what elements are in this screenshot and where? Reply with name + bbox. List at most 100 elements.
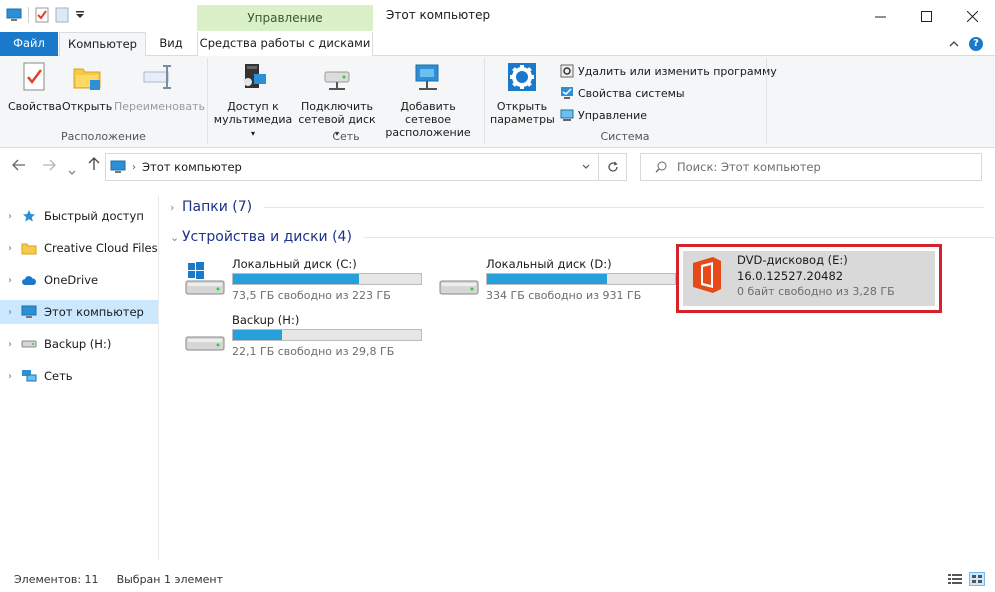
add-network-location-button[interactable]: Добавить сетевое расположение: [378, 60, 478, 139]
star-icon: [20, 208, 38, 224]
dvd-name: DVD-дисковод (E:): [737, 253, 848, 267]
collapse-ribbon-icon[interactable]: [949, 40, 959, 48]
map-network-drive-button[interactable]: Подключить сетевой диск ▾: [298, 60, 376, 140]
manage-button[interactable]: Управление: [560, 106, 647, 124]
new-folder-icon[interactable]: [55, 7, 69, 23]
section-divider: [264, 206, 985, 208]
expand-chevron-icon[interactable]: ›: [0, 211, 20, 222]
computer-icon: [110, 160, 126, 173]
qat-dropdown-icon[interactable]: [75, 10, 85, 20]
maximize-button[interactable]: [903, 0, 949, 32]
properties-check-icon[interactable]: [35, 7, 49, 23]
rename-button[interactable]: Переименовать: [114, 60, 206, 113]
details-view-icon[interactable]: [947, 572, 963, 586]
drive-free-space: 334 ГБ свободно из 931 ГБ: [486, 289, 642, 302]
forward-button[interactable]: [42, 156, 56, 175]
refresh-button[interactable]: [599, 153, 627, 181]
minimize-button[interactable]: [857, 0, 903, 32]
folders-header-label: Папки (7): [182, 199, 253, 215]
nav-item-creative-cloud[interactable]: › Creative Cloud Files: [0, 236, 158, 260]
open-settings-label-1: Открыть: [496, 100, 548, 113]
media-access-button[interactable]: Доступ к мультимедиа ▾: [212, 60, 294, 140]
drive-tile-c[interactable]: Локальный диск (C:) 73,5 ГБ свободно из …: [174, 251, 424, 307]
properties-button[interactable]: Свойства: [8, 60, 62, 113]
map-drive-label-1: Подключить: [300, 100, 374, 113]
properties-label: Свойства: [8, 100, 62, 113]
back-button[interactable]: [12, 156, 26, 175]
cloud-icon: [20, 272, 38, 288]
status-bar: Элементов: 11 Выбран 1 элемент: [14, 573, 223, 586]
dvd-free-space: 0 байт свободно из 3,28 ГБ: [737, 285, 895, 298]
expand-chevron-icon[interactable]: ›: [0, 339, 20, 350]
nav-item-backup[interactable]: › Backup (H:): [0, 332, 158, 356]
tiles-view-icon[interactable]: [969, 572, 985, 586]
up-button[interactable]: [88, 156, 100, 175]
nav-item-quick-access[interactable]: › Быстрый доступ: [0, 204, 158, 228]
drive-name: Локальный диск (D:): [486, 257, 612, 271]
dvd-version: 16.0.12527.20482: [737, 269, 844, 283]
tab-drive-tools[interactable]: Средства работы с дисками: [197, 32, 373, 56]
tab-file[interactable]: Файл: [0, 32, 58, 56]
network-drive-icon: [324, 71, 350, 90]
nav-item-this-pc[interactable]: › Этот компьютер: [0, 300, 158, 324]
nav-item-onedrive[interactable]: › OneDrive: [0, 268, 158, 292]
folder-open-icon: [73, 68, 101, 90]
expand-chevron-icon[interactable]: ›: [170, 201, 182, 214]
computer-icon: [20, 304, 38, 320]
breadcrumb-this-pc[interactable]: Этот компьютер: [142, 160, 242, 174]
search-box[interactable]: Поиск: Этот компьютер: [640, 153, 982, 181]
drive-tile-d[interactable]: Локальный диск (D:) 334 ГБ свободно из 9…: [428, 251, 678, 307]
network-location-icon: [415, 64, 439, 90]
chevron-down-icon: [582, 164, 589, 169]
recent-locations-button[interactable]: [68, 161, 76, 180]
expand-chevron-icon[interactable]: ›: [0, 243, 20, 254]
close-button[interactable]: [949, 0, 995, 32]
quick-access-toolbar: [6, 7, 85, 23]
item-count: Элементов: 11: [14, 573, 99, 586]
network-icon: [20, 368, 38, 384]
folder-icon: [20, 240, 38, 256]
tab-computer[interactable]: Компьютер: [59, 32, 146, 57]
uninstall-program-button[interactable]: Удалить или изменить программу: [560, 62, 777, 80]
drive-name: Локальный диск (C:): [232, 257, 357, 271]
system-properties-button[interactable]: Свойства системы: [560, 84, 685, 102]
drive-name: Backup (H:): [232, 313, 300, 327]
drive-usage-fill: [233, 274, 359, 284]
breadcrumb-separator-icon[interactable]: ›: [132, 162, 136, 173]
arrow-right-icon: [43, 159, 56, 171]
manage-icon: [560, 109, 574, 121]
address-dropdown-button[interactable]: [572, 153, 599, 181]
group-label-location: Расположение: [61, 130, 146, 143]
open-button[interactable]: Открыть: [62, 60, 112, 113]
tab-view[interactable]: Вид: [152, 32, 190, 56]
selection-count: Выбран 1 элемент: [116, 573, 223, 586]
drive-tile-h[interactable]: Backup (H:) 22,1 ГБ свободно из 29,8 ГБ: [174, 307, 424, 363]
contextual-tab-group: Управление: [197, 5, 373, 31]
group-separator: [766, 58, 767, 144]
expand-chevron-icon[interactable]: ›: [0, 307, 20, 318]
drive-tile-dvd-e[interactable]: DVD-дисковод (E:) 16.0.12527.20482 0 бай…: [676, 244, 942, 313]
section-divider: [363, 236, 994, 238]
folders-group-header[interactable]: › Папки (7): [170, 199, 985, 215]
nav-item-network[interactable]: › Сеть: [0, 364, 158, 388]
qat-separator: [28, 7, 29, 23]
address-bar[interactable]: › Этот компьютер: [105, 153, 599, 181]
add-location-label-1: Добавить сетевое: [400, 100, 456, 126]
manage-label: Управление: [578, 108, 648, 122]
collapse-chevron-icon[interactable]: ⌄: [170, 231, 182, 244]
ribbon-panel: Свойства Открыть Переименовать Расположе…: [0, 56, 995, 148]
nav-item-label: Сеть: [44, 369, 73, 383]
expand-chevron-icon[interactable]: ›: [0, 275, 20, 286]
computer-icon[interactable]: [6, 8, 22, 22]
expand-chevron-icon[interactable]: ›: [0, 371, 20, 382]
open-settings-label-2: параметры: [490, 113, 555, 126]
drive-usage-fill: [487, 274, 608, 284]
ribbon-tabs: Файл Компьютер Вид Средства работы с дис…: [0, 32, 995, 57]
maximize-icon: [920, 10, 932, 22]
help-icon[interactable]: ?: [969, 37, 983, 51]
properties-icon: [23, 62, 45, 91]
devices-group-header[interactable]: ⌄ Устройства и диски (4): [170, 229, 994, 245]
chevron-down-icon: [68, 170, 76, 175]
rename-label: Переименовать: [114, 100, 206, 113]
open-settings-button[interactable]: Открыть параметры: [490, 60, 555, 126]
